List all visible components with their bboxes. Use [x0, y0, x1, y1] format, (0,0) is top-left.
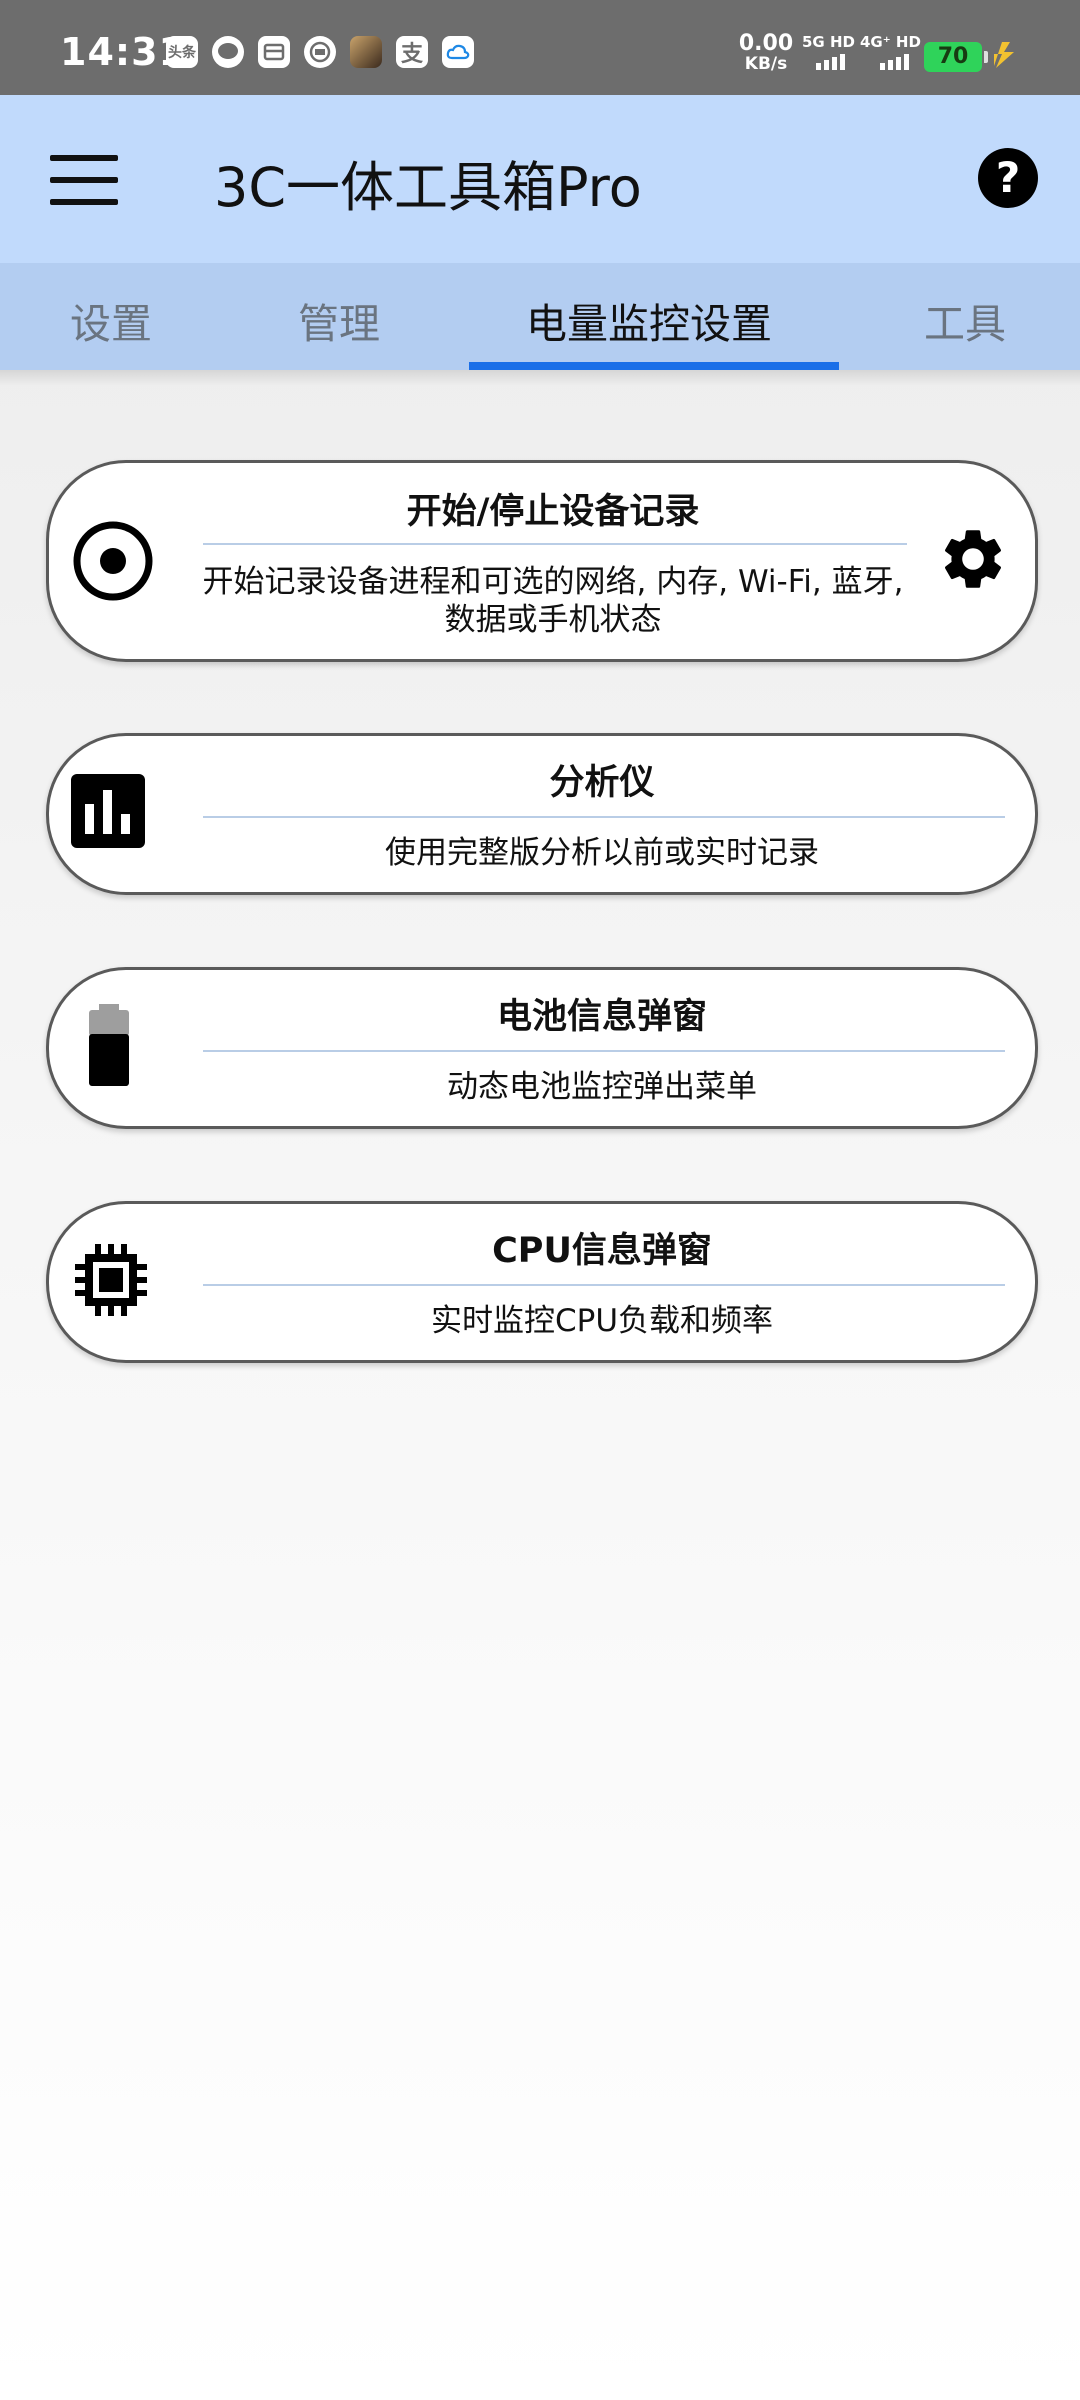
message-icon [212, 36, 244, 68]
sim1-label: 5G HD [802, 33, 855, 51]
cpu-chip-icon [75, 1244, 147, 1316]
bar-chart-icon [71, 774, 145, 848]
card-title: CPU信息弹窗 [492, 1231, 712, 1271]
battery-indicator: 70 [924, 42, 988, 72]
card-device-recording[interactable]: 开始/停止设备记录 开始记录设备进程和可选的网络, 内存, Wi-Fi, 蓝牙,… [46, 460, 1038, 662]
card-divider [203, 1050, 1005, 1052]
signal-bars-icon [880, 54, 921, 70]
photo-app-icon [350, 36, 382, 68]
active-tab-indicator [469, 362, 839, 370]
tab-settings[interactable]: 设置 [70, 290, 152, 350]
hamburger-menu-icon[interactable] [50, 155, 118, 205]
wallet-icon [258, 36, 290, 68]
card-description: 实时监控CPU负载和频率 [430, 1303, 774, 1339]
tab-power-monitor-settings[interactable]: 电量监控设置 [526, 290, 772, 350]
card-title: 开始/停止设备记录 [406, 492, 700, 532]
card-title: 分析仪 [549, 763, 655, 803]
card-description: 开始记录设备进程和可选的网络, 内存, Wi-Fi, 蓝牙, 数据或手机状态 [202, 564, 904, 638]
card-description: 使用完整版分析以前或实时记录 [385, 835, 819, 871]
sim1-signal: 5G HD [802, 34, 855, 70]
cloud-icon [442, 36, 474, 68]
card-cpu-popup[interactable]: CPU信息弹窗 实时监控CPU负载和频率 [46, 1201, 1038, 1363]
tab-bar: 设置 管理 电量监控设置 工具 [0, 263, 1080, 370]
battery-icon [89, 1004, 129, 1086]
sim2-label: 4G⁺ HD [860, 33, 921, 51]
card-title: 电池信息弹窗 [496, 997, 707, 1037]
card-divider [203, 1284, 1005, 1286]
app-icon [304, 36, 336, 68]
speed-value: 0.00 [738, 31, 794, 56]
card-divider [203, 816, 1005, 818]
card-description: 动态电池监控弹出菜单 [447, 1069, 757, 1105]
charging-bolt-icon [994, 42, 1014, 68]
tab-bar-shadow [0, 370, 1080, 386]
sim2-signal: 4G⁺ HD [860, 34, 921, 70]
app-title: 3C一体工具箱Pro [214, 156, 642, 219]
speed-unit: KB/s [744, 54, 788, 74]
help-icon[interactable]: ? [978, 148, 1038, 208]
notification-icons: 头条 支 [166, 36, 474, 68]
card-divider [203, 543, 907, 545]
toutiao-icon: 头条 [166, 36, 198, 68]
status-bar: 14:31 头条 支 0.00 KB/s 5G HD 4G⁺ HD 70 [0, 0, 1080, 95]
card-battery-popup[interactable]: 电池信息弹窗 动态电池监控弹出菜单 [46, 967, 1038, 1129]
card-analyzer[interactable]: 分析仪 使用完整版分析以前或实时记录 [46, 733, 1038, 895]
record-icon [73, 521, 153, 601]
signal-bars-icon [816, 54, 855, 70]
tab-management[interactable]: 管理 [298, 290, 380, 350]
tab-tools[interactable]: 工具 [924, 290, 1006, 350]
app-bar: 3C一体工具箱Pro ? [0, 95, 1080, 263]
gear-icon[interactable] [937, 523, 1009, 595]
network-speed: 0.00 KB/s [738, 31, 794, 75]
alipay-icon: 支 [396, 36, 428, 68]
